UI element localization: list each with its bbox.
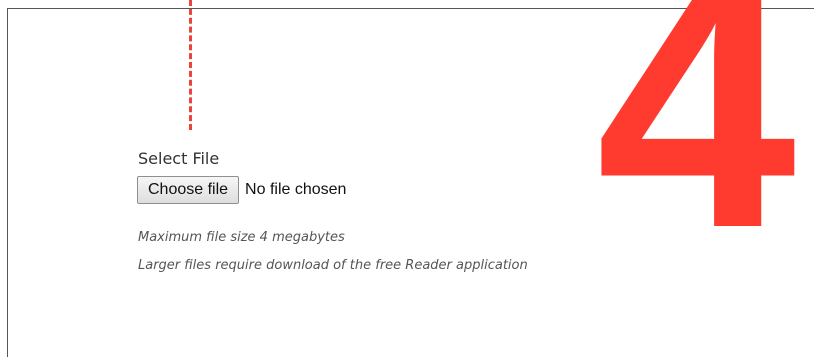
step-connector-line <box>189 0 192 130</box>
file-status-text: No file chosen <box>245 181 347 198</box>
max-size-note: Maximum file size 4 megabytes <box>138 230 345 245</box>
select-file-label: Select File <box>138 149 220 168</box>
step-number: 4 <box>596 0 797 303</box>
file-input[interactable]: Choose file No file chosen <box>137 176 346 204</box>
upload-step-view: 4 Select File Choose file No file chosen… <box>0 0 814 357</box>
choose-file-button[interactable]: Choose file <box>137 176 240 204</box>
reader-app-note: Larger files require download of the fre… <box>138 258 528 273</box>
